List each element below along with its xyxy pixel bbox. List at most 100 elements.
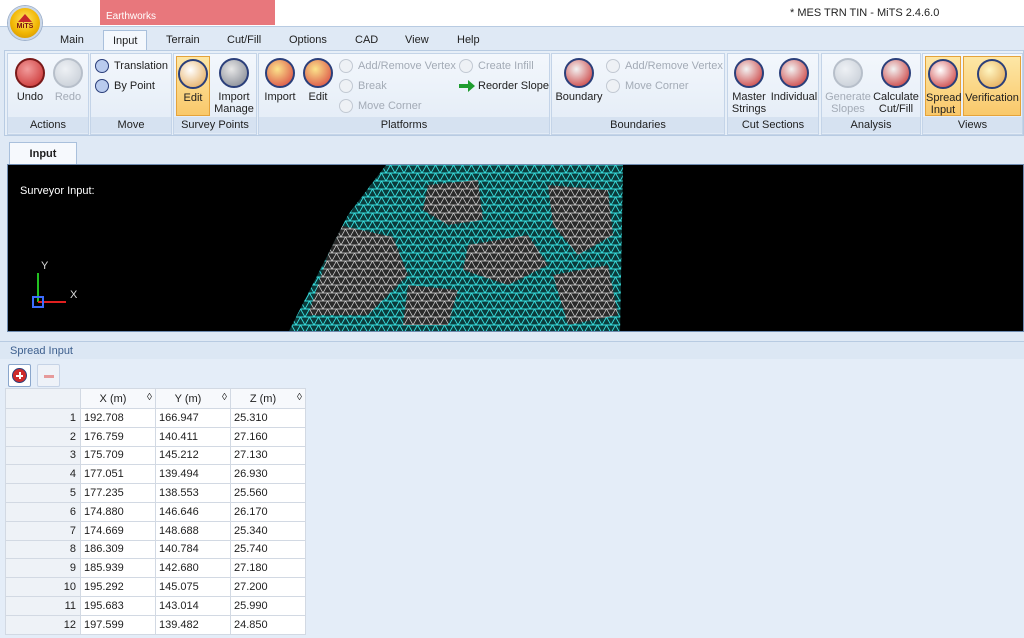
table-row[interactable]: 10 195.292 145.075 27.200	[5, 577, 306, 597]
column-y-label: Y (m)	[174, 392, 202, 405]
platform-move-corner-button[interactable]: Move Corner	[339, 98, 422, 114]
cell-z[interactable]: 25.340	[230, 520, 306, 541]
tab-help[interactable]: Help	[457, 34, 480, 46]
cell-y[interactable]: 145.075	[155, 577, 231, 597]
cell-z[interactable]: 27.160	[230, 426, 306, 447]
cell-z[interactable]: 25.740	[230, 539, 306, 560]
platform-edit-label: Edit	[308, 91, 328, 103]
undo-button[interactable]: Undo	[12, 56, 48, 103]
table-row[interactable]: 6 174.880 146.646 26.170	[5, 501, 306, 522]
sort-icon[interactable]: ◊	[297, 392, 302, 403]
table-row[interactable]: 11 195.683 143.014 25.990	[5, 595, 306, 616]
tab-terrain[interactable]: Terrain	[166, 34, 200, 46]
column-header-x[interactable]: X (m) ◊	[80, 388, 156, 409]
add-remove-vertex-icon	[339, 59, 353, 73]
cell-z[interactable]: 27.180	[230, 558, 306, 579]
tab-cad[interactable]: CAD	[355, 34, 378, 46]
column-header-z[interactable]: Z (m) ◊	[230, 388, 306, 409]
individual-button[interactable]: Individual	[770, 56, 818, 103]
boundary-move-corner-label: Move Corner	[625, 80, 689, 92]
add-row-button[interactable]	[8, 364, 31, 387]
calculate-cut-fill-label-2: Cut/Fill	[878, 103, 914, 115]
platform-import-button[interactable]: Import	[261, 56, 299, 103]
import-manage-button[interactable]: Import Manage	[212, 56, 256, 115]
import-manage-icon	[219, 58, 249, 88]
cell-x[interactable]: 175.709	[80, 445, 156, 466]
app-menu-logo-icon[interactable]: MiTS	[8, 6, 42, 40]
cell-z[interactable]: 25.990	[230, 595, 306, 616]
cell-y[interactable]: 139.494	[155, 464, 231, 485]
cell-y[interactable]: 142.680	[155, 558, 231, 579]
cell-y[interactable]: 148.688	[155, 520, 231, 541]
cell-x[interactable]: 176.759	[80, 426, 156, 447]
cell-y[interactable]: 146.646	[155, 501, 231, 522]
cell-z[interactable]: 26.170	[230, 501, 306, 522]
cell-y[interactable]: 145.212	[155, 445, 231, 466]
cell-y[interactable]: 139.482	[155, 614, 231, 635]
cell-x[interactable]: 177.051	[80, 464, 156, 485]
cell-x[interactable]: 186.309	[80, 539, 156, 560]
table-row[interactable]: 8 186.309 140.784 25.740	[5, 539, 306, 560]
create-infill-button[interactable]: Create Infill	[459, 58, 534, 74]
cell-x[interactable]: 185.939	[80, 558, 156, 579]
cell-z[interactable]: 26.930	[230, 464, 306, 485]
cell-z[interactable]: 27.200	[230, 577, 306, 597]
table-row[interactable]: 7 174.669 148.688 25.340	[5, 520, 306, 541]
cell-x[interactable]: 174.669	[80, 520, 156, 541]
tab-main[interactable]: Main	[60, 34, 84, 46]
cell-x[interactable]: 195.683	[80, 595, 156, 616]
survey-edit-button[interactable]: Edit	[176, 56, 210, 116]
cell-z[interactable]: 24.850	[230, 614, 306, 635]
boundary-button[interactable]: Boundary	[555, 56, 603, 103]
cell-y[interactable]: 143.014	[155, 595, 231, 616]
table-row[interactable]: 4 177.051 139.494 26.930	[5, 464, 306, 485]
spread-input-button[interactable]: Spread Input	[925, 56, 961, 116]
platform-edit-button[interactable]: Edit	[301, 56, 335, 103]
spread-input-icon	[928, 59, 958, 89]
calculate-cut-fill-button[interactable]: Calculate Cut/Fill	[872, 56, 920, 115]
column-header-y[interactable]: Y (m) ◊	[155, 388, 231, 409]
redo-button[interactable]: Redo	[50, 56, 86, 103]
tab-cut-fill[interactable]: Cut/Fill	[227, 34, 261, 46]
cell-x[interactable]: 197.599	[80, 614, 156, 635]
reorder-slope-button[interactable]: Reorder Slope	[459, 78, 549, 94]
platform-add-remove-vertex-label: Add/Remove Vertex	[358, 60, 456, 72]
table-row[interactable]: 1 192.708 166.947 25.310	[5, 408, 306, 428]
axis-y-label: Y	[41, 260, 49, 272]
table-row[interactable]: 5 177.235 138.553 25.560	[5, 483, 306, 503]
cell-x[interactable]: 195.292	[80, 577, 156, 597]
platform-add-remove-vertex-button[interactable]: Add/Remove Vertex	[339, 58, 456, 74]
table-row[interactable]: 2 176.759 140.411 27.160	[5, 426, 306, 447]
tab-view[interactable]: View	[405, 34, 429, 46]
cell-z[interactable]: 25.560	[230, 483, 306, 503]
boundary-move-corner-button[interactable]: Move Corner	[606, 78, 689, 94]
boundary-add-remove-vertex-button[interactable]: Add/Remove Vertex	[606, 58, 723, 74]
sort-icon[interactable]: ◊	[147, 392, 152, 403]
cell-z[interactable]: 25.310	[230, 408, 306, 428]
terrain-viewport[interactable]: Surveyor Input: Y X	[7, 164, 1024, 332]
cell-x[interactable]: 192.708	[80, 408, 156, 428]
table-row[interactable]: 12 197.599 139.482 24.850	[5, 614, 306, 635]
table-row[interactable]: 9 185.939 142.680 27.180	[5, 558, 306, 579]
tab-input-document[interactable]: Input	[9, 142, 77, 164]
cell-z[interactable]: 27.130	[230, 445, 306, 466]
cell-y[interactable]: 140.411	[155, 426, 231, 447]
by-point-button[interactable]: By Point	[95, 78, 155, 94]
cell-x[interactable]: 174.880	[80, 501, 156, 522]
break-button[interactable]: Break	[339, 78, 387, 94]
cell-y[interactable]: 138.553	[155, 483, 231, 503]
generate-slopes-button[interactable]: Generate Slopes	[824, 56, 872, 115]
sort-icon[interactable]: ◊	[222, 392, 227, 403]
cell-y[interactable]: 166.947	[155, 408, 231, 428]
tab-input[interactable]: Input	[103, 30, 148, 52]
translation-button[interactable]: Translation	[95, 58, 168, 74]
reorder-slope-label: Reorder Slope	[478, 80, 549, 92]
verification-button[interactable]: Verification	[963, 56, 1021, 116]
by-point-icon	[95, 79, 109, 93]
cell-x[interactable]: 177.235	[80, 483, 156, 503]
table-row[interactable]: 3 175.709 145.212 27.130	[5, 445, 306, 466]
master-strings-button[interactable]: Master Strings	[730, 56, 768, 115]
remove-row-button[interactable]	[37, 364, 60, 387]
tab-options[interactable]: Options	[289, 34, 327, 46]
cell-y[interactable]: 140.784	[155, 539, 231, 560]
